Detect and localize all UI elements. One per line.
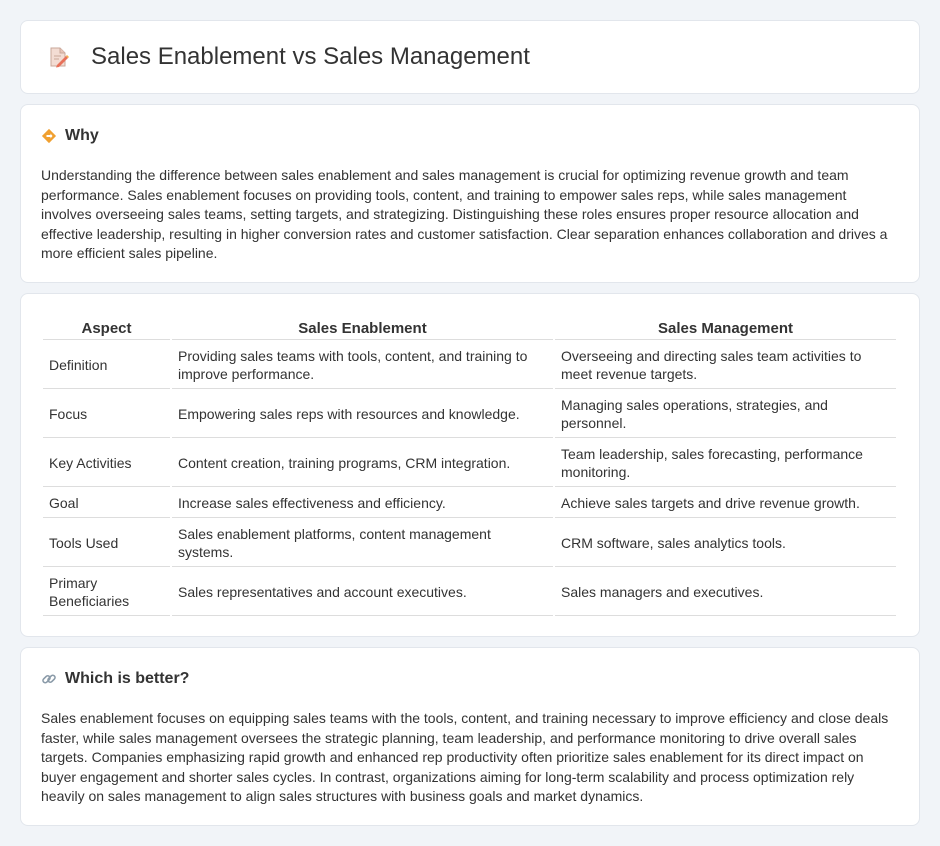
table-row: Focus Empowering sales reps with resourc… bbox=[43, 391, 896, 438]
which-better-heading-label: Which is better? bbox=[65, 670, 190, 687]
comparison-table: Aspect Sales Enablement Sales Management… bbox=[41, 314, 898, 618]
table-header-sales-management: Sales Management bbox=[555, 316, 896, 340]
table-row: Key Activities Content creation, trainin… bbox=[43, 440, 896, 487]
table-cell: Providing sales teams with tools, conten… bbox=[172, 342, 553, 389]
table-cell: Sales representatives and account execut… bbox=[172, 569, 553, 616]
which-better-heading: Which is better? bbox=[41, 670, 899, 688]
link-icon bbox=[41, 671, 57, 687]
table-cell: Achieve sales targets and drive revenue … bbox=[555, 489, 896, 518]
table-cell: Tools Used bbox=[43, 520, 170, 567]
table-cell: Sales managers and executives. bbox=[555, 569, 896, 616]
why-section: Why Understanding the difference between… bbox=[20, 104, 920, 283]
table-row: Tools Used Sales enablement platforms, c… bbox=[43, 520, 896, 567]
table-cell: Goal bbox=[43, 489, 170, 518]
table-header-sales-enablement: Sales Enablement bbox=[172, 316, 553, 340]
which-better-section: Which is better? Sales enablement focuse… bbox=[20, 647, 920, 826]
header-card: Sales Enablement vs Sales Management bbox=[20, 20, 920, 94]
table-cell: Overseeing and directing sales team acti… bbox=[555, 342, 896, 389]
page-title: Sales Enablement vs Sales Management bbox=[91, 43, 530, 70]
table-cell: Sales enablement platforms, content mana… bbox=[172, 520, 553, 567]
table-cell: Content creation, training programs, CRM… bbox=[172, 440, 553, 487]
table-cell: Managing sales operations, strategies, a… bbox=[555, 391, 896, 438]
table-cell: Definition bbox=[43, 342, 170, 389]
table-header-row: Aspect Sales Enablement Sales Management bbox=[43, 316, 896, 340]
table-header-aspect: Aspect bbox=[43, 316, 170, 340]
which-better-text: Sales enablement focuses on equipping sa… bbox=[41, 710, 889, 804]
table-cell: CRM software, sales analytics tools. bbox=[555, 520, 896, 567]
table-cell: Empowering sales reps with resources and… bbox=[172, 391, 553, 438]
table-cell: Team leadership, sales forecasting, perf… bbox=[555, 440, 896, 487]
comparison-table-card: Aspect Sales Enablement Sales Management… bbox=[20, 293, 920, 637]
table-cell: Key Activities bbox=[43, 440, 170, 487]
table-row: Primary Beneficiaries Sales representati… bbox=[43, 569, 896, 616]
document-pencil-icon bbox=[47, 46, 69, 68]
why-heading: Why bbox=[41, 127, 899, 145]
why-heading-label: Why bbox=[65, 127, 99, 144]
table-row: Definition Providing sales teams with to… bbox=[43, 342, 896, 389]
table-cell: Increase sales effectiveness and efficie… bbox=[172, 489, 553, 518]
table-cell: Focus bbox=[43, 391, 170, 438]
table-cell: Primary Beneficiaries bbox=[43, 569, 170, 616]
why-text: Understanding the difference between sal… bbox=[41, 167, 888, 261]
diamond-direction-icon bbox=[41, 128, 57, 144]
table-row: Goal Increase sales effectiveness and ef… bbox=[43, 489, 896, 518]
